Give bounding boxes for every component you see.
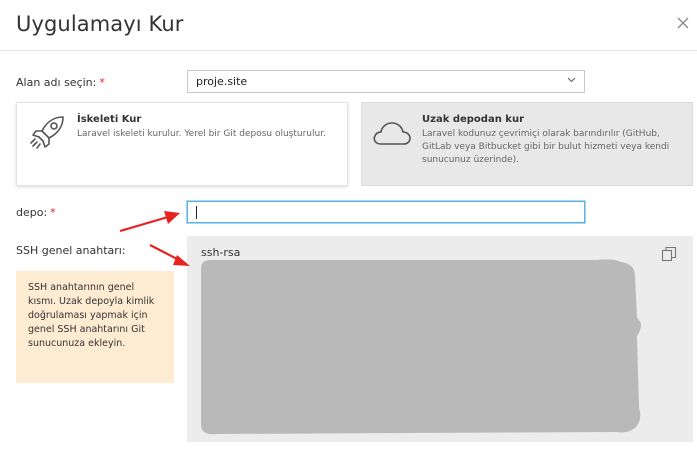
ssh-hint-box: SSH anahtarının genel kısmı. Uzak depoyl… — [16, 271, 174, 383]
domain-label-text: Alan adı seçin: — [16, 76, 97, 89]
redacted-key-area — [201, 259, 641, 435]
required-mark: * — [99, 76, 105, 89]
close-icon[interactable] — [676, 16, 690, 30]
scaffold-title: İskeleti Kur — [77, 114, 142, 125]
repo-label: depo: * — [16, 206, 56, 219]
text-caret — [196, 206, 197, 219]
domain-label: Alan adı seçin: * — [16, 76, 105, 89]
option-card-remote[interactable]: Uzak depodan kur Laravel kodunuz çevrimi… — [361, 102, 693, 186]
option-card-scaffold[interactable]: İskeleti Kur Laravel iskeleti kurulur. Y… — [16, 102, 348, 186]
repo-text-field[interactable] — [188, 204, 584, 224]
arrow-icon — [149, 244, 190, 266]
repo-input[interactable] — [187, 201, 585, 224]
remote-title: Uzak depodan kur — [422, 114, 524, 125]
remote-description: Laravel kodunuz çevrimiçi olarak barındı… — [422, 129, 670, 165]
domain-select-value: proje.site — [196, 75, 248, 88]
ssh-key-box: ssh-rsa — [187, 236, 693, 442]
chevron-down-icon — [567, 77, 576, 83]
title-divider — [0, 50, 697, 51]
ssh-label: SSH genel anahtarı: — [16, 244, 126, 257]
cloud-icon — [373, 122, 411, 145]
rocket-icon — [30, 116, 64, 149]
scaffold-description: Laravel iskeleti kurulur. Yerel bir Git … — [77, 129, 326, 139]
domain-select[interactable]: proje.site — [187, 70, 585, 93]
dialog-title: Uygulamayı Kur — [16, 12, 184, 36]
arrow-icon — [119, 211, 180, 233]
required-mark: * — [50, 206, 56, 219]
copy-icon[interactable] — [661, 246, 677, 262]
repo-label-text: depo: — [16, 206, 48, 219]
